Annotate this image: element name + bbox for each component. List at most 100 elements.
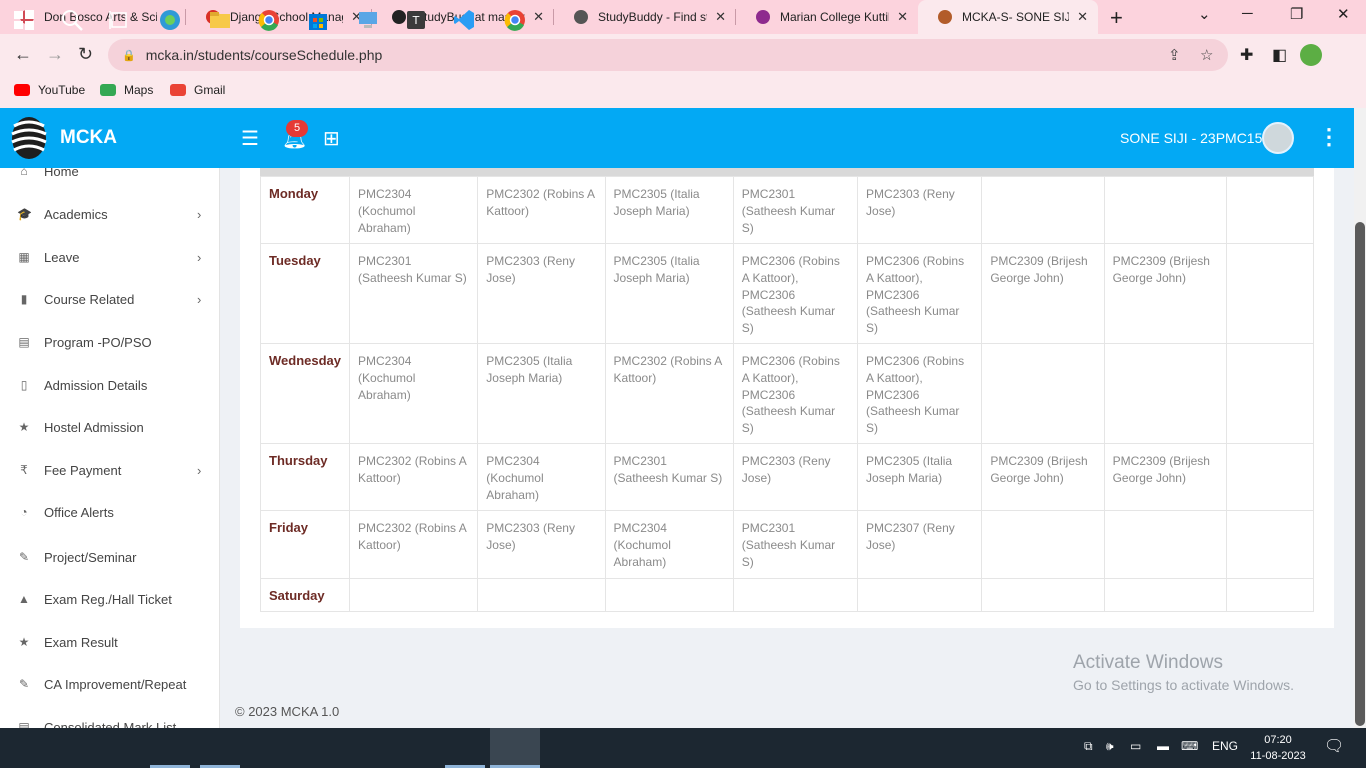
- sidebar-item-home[interactable]: ⌂ Home: [0, 168, 219, 185]
- bookmark-youtube[interactable]: YouTube: [14, 83, 85, 97]
- sidebar-item-academics[interactable]: 🎓 Academics ›: [0, 200, 219, 228]
- side-panel-icon[interactable]: ◧: [1272, 45, 1287, 65]
- sidebar-item-office-alerts[interactable]: ◔ Office Alerts: [0, 498, 219, 526]
- user-avatar[interactable]: [1262, 122, 1294, 154]
- tab-close-icon[interactable]: ✕: [897, 9, 908, 25]
- vscode-icon[interactable]: [452, 8, 476, 32]
- sidebar-item-admission-details[interactable]: ▯ Admission Details: [0, 371, 219, 399]
- sidebar-item-label: Program -PO/PSO: [44, 334, 152, 350]
- timetable-cell: PMC2303 (Reny Jose): [477, 243, 606, 344]
- bookmark-star-icon[interactable]: ☆: [1200, 46, 1213, 64]
- sidebar-item-consolidated-mark-list[interactable]: ▤ Consolidated Mark List: [0, 713, 219, 729]
- chrome-icon[interactable]: [257, 8, 281, 32]
- system-clock[interactable]: 07:20 11-08-2023: [1250, 732, 1306, 764]
- window-close-icon[interactable]: ✕: [1337, 5, 1350, 23]
- windows-start-icon[interactable]: [12, 8, 36, 32]
- timetable-cell: PMC2305 (Italia Joseph Maria): [604, 243, 734, 344]
- chrome-active-icon[interactable]: [503, 8, 527, 32]
- app-header: MCKA ☰ 🔔︎ 5 ⊞ SONE SIJI - 23PMC156 ⋮: [0, 108, 1354, 168]
- profile-avatar[interactable]: [1300, 44, 1322, 66]
- sidebar-item-label: Exam Result: [44, 634, 118, 650]
- tab-close-icon[interactable]: ✕: [1077, 9, 1088, 25]
- sidebar-item-course-related[interactable]: ▮ Course Related ›: [0, 285, 219, 313]
- timetable-cell: PMC2301 (Satheesh Kumar S): [732, 176, 859, 244]
- microsoft-store-icon[interactable]: [306, 8, 330, 32]
- timetable-cell: [349, 577, 479, 612]
- timetable-cell: [477, 577, 606, 612]
- volume-icon[interactable]: 🕪: [1106, 739, 1114, 754]
- sidebar-item-label: Admission Details: [44, 377, 148, 393]
- tray-camera-icon[interactable]: ⧉: [1084, 739, 1093, 754]
- timetable-cell: [1225, 442, 1315, 511]
- timetable-cell: [1103, 509, 1227, 579]
- timetable-day: Wednesday: [259, 342, 351, 444]
- restore-icon[interactable]: ❐: [1290, 5, 1303, 23]
- minimize-icon[interactable]: ─: [1242, 5, 1253, 22]
- timetable-cell: PMC2302 (Robins A Kattoor): [477, 176, 606, 244]
- address-url[interactable]: mcka.in/students/courseSchedule.php: [146, 47, 383, 63]
- extensions-icon[interactable]: ✚: [1240, 45, 1253, 65]
- address-bar[interactable]: 🔒 mcka.in/students/courseSchedule.php: [108, 39, 1228, 71]
- page-scrollbar-thumb[interactable]: [1355, 222, 1365, 726]
- timetable-cell: PMC2305 (Italia Joseph Maria): [604, 176, 734, 244]
- app-brand[interactable]: MCKA: [60, 127, 117, 149]
- clock-time: 07:20: [1264, 734, 1292, 746]
- sidebar-item-ca-improvement[interactable]: ✎ CA Improvement/Repeat: [0, 670, 219, 698]
- sidebar-item-label: Home: [44, 168, 79, 179]
- sidebar-item-label: Office Alerts: [44, 504, 114, 520]
- file-explorer-icon[interactable]: [208, 8, 232, 32]
- bookmark-maps[interactable]: Maps: [100, 83, 153, 97]
- browser-tab[interactable]: Marian College Kuttikk ✕: [736, 0, 918, 34]
- gmail-icon: [170, 84, 186, 96]
- bell-icon: ◔: [20, 505, 28, 519]
- sidebar-item-exam-result[interactable]: ★ Exam Result: [0, 628, 219, 656]
- timetable-row: Saturday: [259, 577, 1315, 612]
- new-tab-icon[interactable]: +: [1110, 5, 1123, 31]
- forward-icon[interactable]: →: [46, 44, 64, 65]
- timetable-cell: PMC2309 (Brijesh George John): [1103, 442, 1227, 511]
- mcka-logo-icon[interactable]: [10, 114, 48, 162]
- tab-close-icon[interactable]: ✕: [715, 9, 726, 25]
- timetable-row: Friday PMC2302 (Robins A Kattoor) PMC2303 …: [259, 509, 1315, 579]
- bookmark-gmail[interactable]: Gmail: [170, 83, 225, 97]
- sidebar-item-fee-payment[interactable]: ₹ Fee Payment ›: [0, 456, 219, 484]
- share-icon[interactable]: ⇪: [1168, 46, 1181, 64]
- notification-center-icon[interactable]: 🗨: [1324, 736, 1344, 756]
- task-view-icon[interactable]: [108, 8, 132, 32]
- timetable-cell: [1225, 577, 1315, 612]
- more-options-icon[interactable]: ⋮: [1318, 124, 1340, 150]
- timetable-day: Saturday: [259, 577, 351, 612]
- tab-close-icon[interactable]: ✕: [533, 9, 544, 25]
- sidebar-item-hostel-admission[interactable]: ★ Hostel Admission: [0, 413, 219, 441]
- tab-search-chevron-icon[interactable]: ⌄: [1198, 5, 1211, 23]
- chevron-right-icon: ›: [197, 462, 202, 478]
- edge-browser-icon[interactable]: [158, 8, 182, 32]
- keyboard-icon[interactable]: ⌨: [1181, 739, 1198, 753]
- typora-app-icon[interactable]: T: [404, 8, 428, 32]
- remote-desktop-icon[interactable]: [356, 8, 380, 32]
- search-icon[interactable]: [60, 8, 84, 32]
- back-icon[interactable]: ←: [14, 44, 32, 65]
- timetable-cell: PMC2301 (Satheesh Kumar S): [604, 442, 734, 511]
- network-icon[interactable]: ▭: [1130, 739, 1141, 753]
- sidebar-item-program-po-pso[interactable]: ▤ Program -PO/PSO: [0, 328, 219, 356]
- warning-icon: ▲: [18, 592, 30, 606]
- grid-apps-icon[interactable]: ⊞: [323, 126, 340, 151]
- input-language[interactable]: ENG: [1212, 739, 1238, 753]
- timetable-day: Friday: [259, 509, 351, 579]
- tab-favicon-icon: [756, 10, 770, 24]
- sidebar-item-leave[interactable]: ▦ Leave ›: [0, 243, 219, 271]
- sidebar-item-exam-registration[interactable]: ▲ Exam Reg./Hall Ticket: [0, 585, 219, 613]
- browser-tab[interactable]: StudyBuddy - Find stu ✕: [554, 0, 736, 34]
- reload-icon[interactable]: ↻: [78, 44, 93, 65]
- timetable-cell: PMC2309 (Brijesh George John): [1103, 243, 1227, 344]
- user-name[interactable]: SONE SIJI - 23PMC156: [1120, 130, 1270, 146]
- taskbar-active-highlight: [490, 728, 540, 768]
- sidebar-item-project-seminar[interactable]: ✎ Project/Seminar: [0, 543, 219, 571]
- timetable-day: Monday: [259, 176, 351, 244]
- timetable-cell: PMC2306 (Robins A Kattoor), PMC2306 (Sat…: [857, 243, 983, 344]
- menu-toggle-icon[interactable]: ☰: [241, 126, 259, 151]
- browser-tab-active[interactable]: MCKA-S- SONE SIJI(23 ✕: [918, 0, 1098, 34]
- content-card: Monday PMC2304 (Kochumol Abraham) PMC2302 …: [240, 168, 1334, 628]
- battery-icon[interactable]: ▬: [1157, 739, 1169, 753]
